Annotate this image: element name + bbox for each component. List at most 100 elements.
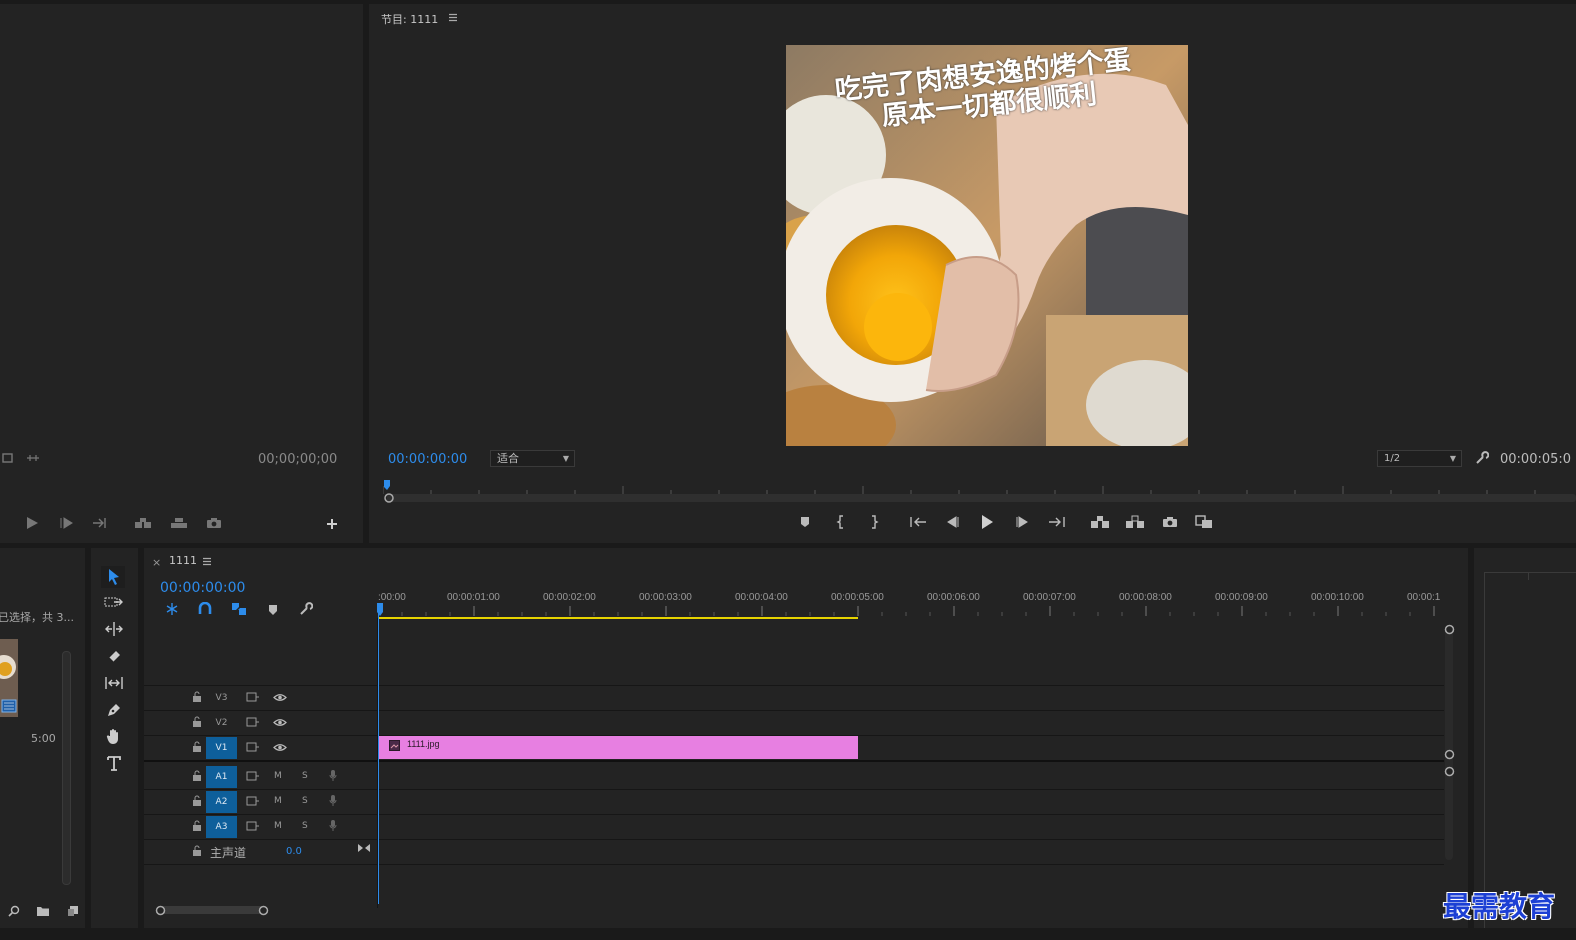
hamburger-icon[interactable] xyxy=(448,13,458,22)
mark-out-icon[interactable] xyxy=(869,515,879,529)
resolution-select[interactable]: 1/2 ▼ xyxy=(1377,450,1462,467)
add-marker-icon[interactable] xyxy=(268,604,278,616)
timeline-timecode[interactable]: 00:00:00:00 xyxy=(160,580,245,596)
timeline-ruler[interactable] xyxy=(378,588,1446,620)
step-forward-icon[interactable] xyxy=(60,517,74,529)
go-to-out-icon[interactable] xyxy=(1048,516,1066,528)
lock-icon[interactable] xyxy=(192,716,202,728)
scroll-handle-icon[interactable] xyxy=(384,493,394,503)
playhead-line[interactable] xyxy=(378,606,379,904)
track-label-a2[interactable]: A2 xyxy=(206,791,237,813)
step-forward-icon[interactable] xyxy=(1015,516,1029,528)
collapse-icon[interactable] xyxy=(357,843,371,853)
master-volume-value[interactable]: 0.0 xyxy=(286,846,302,857)
solo-button[interactable]: S xyxy=(302,771,308,781)
slip-tool-icon[interactable] xyxy=(104,675,124,691)
zoom-select[interactable]: 适合 ▼ xyxy=(490,450,575,467)
project-item-thumbnail[interactable] xyxy=(0,639,18,717)
track-label-v1[interactable]: V1 xyxy=(206,737,237,759)
selection-tool-icon[interactable] xyxy=(101,566,125,588)
sync-lock-icon[interactable] xyxy=(246,821,260,831)
close-tab-icon[interactable]: × xyxy=(152,556,161,569)
extract-icon[interactable] xyxy=(1125,515,1145,529)
playhead-marker-icon[interactable] xyxy=(383,480,393,492)
export-frame-icon[interactable] xyxy=(2,452,14,464)
add-marker-icon[interactable] xyxy=(800,516,810,528)
sync-lock-icon[interactable] xyxy=(246,771,260,781)
mute-button[interactable]: M xyxy=(274,771,282,781)
video-preview[interactable]: 吃完了肉想安逸的烤个蛋 原本一切都很顺利 xyxy=(786,45,1188,446)
eye-icon[interactable] xyxy=(273,743,287,752)
scroll-handle-icon[interactable] xyxy=(258,905,269,916)
lock-icon[interactable] xyxy=(192,770,202,782)
trim-icon[interactable] xyxy=(26,452,40,464)
camera-icon[interactable] xyxy=(1162,516,1178,528)
mute-button[interactable]: M xyxy=(274,796,282,806)
eye-icon[interactable] xyxy=(273,693,287,702)
solo-button[interactable]: S xyxy=(302,821,308,831)
scroll-handle-icon[interactable] xyxy=(1444,766,1455,777)
microphone-icon[interactable] xyxy=(329,794,337,807)
project-scrollbar[interactable] xyxy=(62,651,71,885)
sync-lock-icon[interactable] xyxy=(246,742,260,752)
lock-icon[interactable] xyxy=(192,691,202,703)
track-select-tool-icon[interactable] xyxy=(104,595,124,609)
search-icon[interactable] xyxy=(8,905,20,917)
program-monitor-title[interactable]: 节目: 1111 xyxy=(381,11,438,27)
eye-icon[interactable] xyxy=(273,718,287,727)
lock-icon[interactable] xyxy=(192,845,202,857)
step-back-icon[interactable] xyxy=(946,516,960,528)
go-to-out-icon[interactable] xyxy=(92,517,108,529)
add-button-icon[interactable] xyxy=(326,518,338,530)
vertical-scrollbar[interactable] xyxy=(1445,630,1453,860)
sync-lock-icon[interactable] xyxy=(246,717,260,727)
razor-tool-icon[interactable] xyxy=(106,648,122,664)
linked-selection-icon[interactable] xyxy=(231,602,247,616)
type-tool-icon[interactable] xyxy=(106,755,122,772)
hand-tool-icon[interactable] xyxy=(106,728,122,745)
insert-icon[interactable] xyxy=(134,517,152,529)
snap-magnet-icon[interactable] xyxy=(198,602,212,616)
program-timecode[interactable]: 00:00:00:00 xyxy=(388,452,467,467)
work-area-bar[interactable] xyxy=(378,617,858,619)
pen-tool-icon[interactable] xyxy=(106,702,122,718)
sequence-tab-title[interactable]: 1111 xyxy=(169,554,197,567)
track-label-v3[interactable]: V3 xyxy=(206,687,237,709)
comparison-view-icon[interactable] xyxy=(1195,515,1213,529)
play-icon[interactable] xyxy=(980,514,994,530)
program-mini-ruler[interactable] xyxy=(382,480,1576,503)
track-label-v2[interactable]: V2 xyxy=(206,712,237,734)
sync-lock-icon[interactable] xyxy=(246,692,260,702)
microphone-icon[interactable] xyxy=(329,769,337,782)
microphone-icon[interactable] xyxy=(329,819,337,832)
video-clip[interactable]: 1111.jpg xyxy=(379,736,858,759)
lift-icon[interactable] xyxy=(1090,515,1110,529)
track-label-a1[interactable]: A1 xyxy=(206,766,237,788)
program-scroll-track[interactable] xyxy=(387,494,1576,502)
wrench-icon[interactable] xyxy=(299,602,313,616)
lock-icon[interactable] xyxy=(192,741,202,753)
hamburger-icon[interactable] xyxy=(202,557,212,566)
horizontal-scrollbar[interactable] xyxy=(158,906,264,914)
playhead-marker-icon[interactable] xyxy=(376,603,384,617)
ripple-edit-tool-icon[interactable] xyxy=(104,621,124,637)
mute-button[interactable]: M xyxy=(274,821,282,831)
go-to-in-icon[interactable] xyxy=(909,516,927,528)
solo-button[interactable]: S xyxy=(302,796,308,806)
play-icon[interactable] xyxy=(25,516,39,530)
mark-in-icon[interactable] xyxy=(836,515,846,529)
nest-sequence-icon[interactable] xyxy=(164,602,180,616)
camera-icon[interactable] xyxy=(206,517,222,529)
scroll-handle-icon[interactable] xyxy=(155,905,166,916)
source-timecode[interactable]: 00;00;00;00 xyxy=(258,452,337,467)
lock-icon[interactable] xyxy=(192,820,202,832)
new-item-icon[interactable] xyxy=(67,905,79,917)
lock-icon[interactable] xyxy=(192,795,202,807)
scroll-handle-icon[interactable] xyxy=(1444,624,1455,635)
sync-lock-icon[interactable] xyxy=(246,796,260,806)
track-label-a3[interactable]: A3 xyxy=(206,816,237,838)
wrench-icon[interactable] xyxy=(1475,451,1489,465)
scroll-handle-icon[interactable] xyxy=(1444,749,1455,760)
folder-icon[interactable] xyxy=(36,905,50,917)
overwrite-icon[interactable] xyxy=(170,517,188,529)
